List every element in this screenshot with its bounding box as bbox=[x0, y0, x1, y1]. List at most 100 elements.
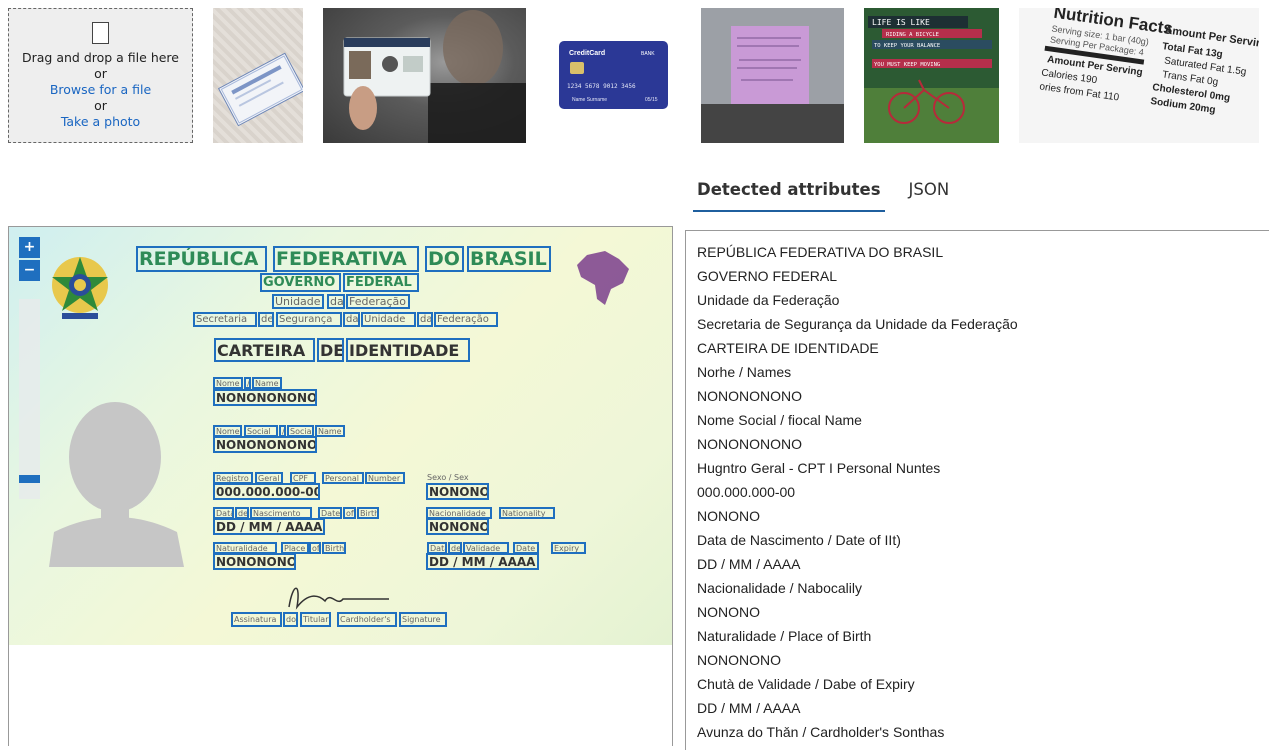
attribute-item: Data de Nascimento / Date of IIt) bbox=[697, 532, 901, 548]
bbox-name: Name bbox=[315, 425, 345, 437]
bbox-carteira: CARTEIRA bbox=[214, 338, 315, 362]
image-viewer[interactable]: + − REPÚBLICA FEDERATIVA DO BRASIL GOVER… bbox=[8, 226, 673, 746]
bbox-republica: REPÚBLICA bbox=[136, 246, 267, 272]
sticky-note-image bbox=[701, 8, 844, 143]
document-icon bbox=[92, 21, 109, 44]
card-number: 1234 5678 9012 3456 bbox=[567, 83, 636, 90]
card-bank: BANK bbox=[641, 51, 655, 57]
bbox-secretaria: Secretaria bbox=[193, 312, 257, 327]
bbox-cardholders: Cardholder's bbox=[337, 612, 397, 627]
person-holding-id-image bbox=[343, 10, 526, 143]
bbox-personal: Personal bbox=[322, 472, 364, 484]
bbox-do: DO bbox=[425, 246, 464, 272]
attribute-item: DD / MM / AAAA bbox=[697, 700, 801, 716]
bbox-value-sex: NONONO bbox=[426, 483, 489, 500]
bbox-value-expiry: DD / MM / AAAA bbox=[426, 553, 539, 570]
attribute-item: Naturalidade / Place of Birth bbox=[697, 628, 872, 644]
calories-from-fat: ories from Fat 110 bbox=[1039, 81, 1121, 103]
bbox-federacao: Federação bbox=[346, 294, 410, 309]
bbox-governo: GOVERNO bbox=[260, 273, 341, 292]
bbox-of: of bbox=[343, 507, 356, 519]
upload-dropzone[interactable]: Drag and drop a file here or Browse for … bbox=[8, 8, 193, 143]
bbox-expiry: Expiry bbox=[551, 542, 586, 554]
attribute-item: 000.000.000-00 bbox=[697, 484, 796, 500]
attribute-item: Secretaria de Segurança da Unidade da Fe… bbox=[697, 316, 1018, 332]
attribute-item: NONONO bbox=[697, 604, 760, 620]
tab-json[interactable]: JSON bbox=[905, 176, 954, 212]
bbox-slash: / bbox=[244, 377, 251, 389]
bbox-da: da bbox=[327, 294, 345, 309]
bbox-birth: Birth bbox=[322, 542, 346, 554]
bbox-value-cpf: 000.000.000-00 bbox=[213, 483, 320, 500]
sample-social-security-card[interactable] bbox=[213, 8, 303, 143]
bbox-federal: FEDERAL bbox=[343, 273, 419, 292]
bbox-da: da bbox=[343, 312, 360, 327]
detected-attributes-panel[interactable]: REPÚBLICA FEDERATIVA DO BRASIL GOVERNO FE… bbox=[685, 230, 1269, 750]
nutrition-label-image: Nutrition Facts Serving size: 1 bar (40g… bbox=[1039, 8, 1259, 116]
sample-sticky-note[interactable] bbox=[701, 8, 844, 143]
bbox-identidade: IDENTIDADE bbox=[346, 338, 470, 362]
attribute-item: CARTEIRA DE IDENTIDADE bbox=[697, 340, 879, 356]
attribute-item: Avunza do Thǎn / Cardholder's Sonthas bbox=[697, 724, 945, 740]
zoom-out-button[interactable]: − bbox=[19, 260, 40, 281]
poster-line-4: YOU MUST KEEP MOVING bbox=[874, 62, 940, 68]
browse-file-link[interactable]: Browse for a file bbox=[50, 82, 151, 98]
bbox-value-nationality: NONONO bbox=[426, 518, 489, 535]
bbox-da: da bbox=[417, 312, 433, 327]
zoom-in-button[interactable]: + bbox=[19, 237, 40, 258]
bbox-federacao: Federação bbox=[434, 312, 498, 327]
sample-nutrition-facts[interactable]: Nutrition Facts Serving size: 1 bar (40g… bbox=[1019, 8, 1259, 143]
zoom-slider[interactable] bbox=[19, 299, 40, 499]
bbox-value-social-name: NONONONONO bbox=[213, 436, 317, 453]
bbox-unidade: Unidade bbox=[361, 312, 416, 327]
attribute-list: REPÚBLICA FEDERATIVA DO BRASIL GOVERNO FE… bbox=[686, 231, 1269, 744]
photo-placeholder-silhouette bbox=[49, 402, 184, 567]
zoom-slider-handle[interactable] bbox=[19, 475, 40, 483]
bicycle-poster-image: LIFE IS LIKE RIDING A BICYCLE TO KEEP YO… bbox=[864, 8, 999, 143]
bbox-number: Number bbox=[365, 472, 405, 484]
attribute-item: DD / MM / AAAA bbox=[697, 556, 801, 572]
bbox-assinatura: Assinatura bbox=[231, 612, 282, 627]
bbox-federativa: FEDERATIVA bbox=[273, 246, 419, 272]
or-text: or bbox=[94, 65, 107, 81]
attribute-item: NONONONONO bbox=[697, 388, 802, 404]
bbox-signature: Signature bbox=[399, 612, 447, 627]
bbox-do: do bbox=[283, 612, 298, 627]
bbox-nome: Nome bbox=[213, 377, 243, 389]
bbox-value-dob: DD / MM / AAAA bbox=[213, 518, 325, 535]
poster-line-3: TO KEEP YOUR BALANCE bbox=[874, 43, 940, 49]
attribute-item: GOVERNO FEDERAL bbox=[697, 268, 838, 284]
attribute-item: NONONONO bbox=[697, 652, 781, 668]
attribute-item: NONONO bbox=[697, 508, 760, 524]
sample-poster[interactable]: LIFE IS LIKE RIDING A BICYCLE TO KEEP YO… bbox=[864, 8, 999, 143]
id-card-image: + − REPÚBLICA FEDERATIVA DO BRASIL GOVER… bbox=[9, 227, 672, 645]
bbox-value-name: NONONONONO bbox=[213, 389, 317, 406]
bbox-seguranca: Segurança bbox=[276, 312, 342, 327]
bbox-de: DE bbox=[317, 338, 344, 362]
attribute-item: Chutà de Validade / Dabe of Expiry bbox=[697, 676, 915, 692]
or-text: or bbox=[94, 97, 107, 113]
bbox-of: of bbox=[309, 542, 321, 554]
drag-drop-text: Drag and drop a file here bbox=[22, 49, 179, 65]
attribute-item: REPÚBLICA FEDERATIVA DO BRASIL bbox=[697, 244, 944, 260]
social-security-card-image bbox=[217, 52, 303, 127]
bbox-brasil: BRASIL bbox=[467, 246, 551, 272]
signature-image bbox=[288, 587, 389, 610]
attribute-item: Norhe / Names bbox=[697, 364, 792, 380]
label-sex: Sexo / Sex bbox=[427, 473, 469, 482]
attribute-item: NONONONONO bbox=[697, 436, 802, 452]
bbox-nationality: Nationality bbox=[499, 507, 555, 519]
take-photo-link[interactable]: Take a photo bbox=[61, 114, 140, 130]
poster-line-2: RIDING A BICYCLE bbox=[886, 32, 939, 38]
card-name: Name Surname bbox=[572, 97, 607, 103]
result-tabs: Detected attributes JSON bbox=[693, 176, 973, 212]
card-expiry: 05/15 bbox=[645, 97, 658, 103]
tab-detected-attributes[interactable]: Detected attributes bbox=[693, 176, 885, 212]
sample-id-card-photo[interactable] bbox=[323, 8, 526, 143]
bbox-value-place-of-birth: NONONONO bbox=[213, 553, 296, 570]
sample-credit-card[interactable]: CreditCard BANK 1234 5678 9012 3456 Name… bbox=[545, 8, 681, 143]
credit-card-image: CreditCard BANK 1234 5678 9012 3456 Name… bbox=[559, 41, 668, 109]
attribute-item: Nacionalidade / Nabocalily bbox=[697, 580, 862, 596]
bbox-name: Name bbox=[252, 377, 282, 389]
attribute-item: Unidade da Federação bbox=[697, 292, 840, 308]
